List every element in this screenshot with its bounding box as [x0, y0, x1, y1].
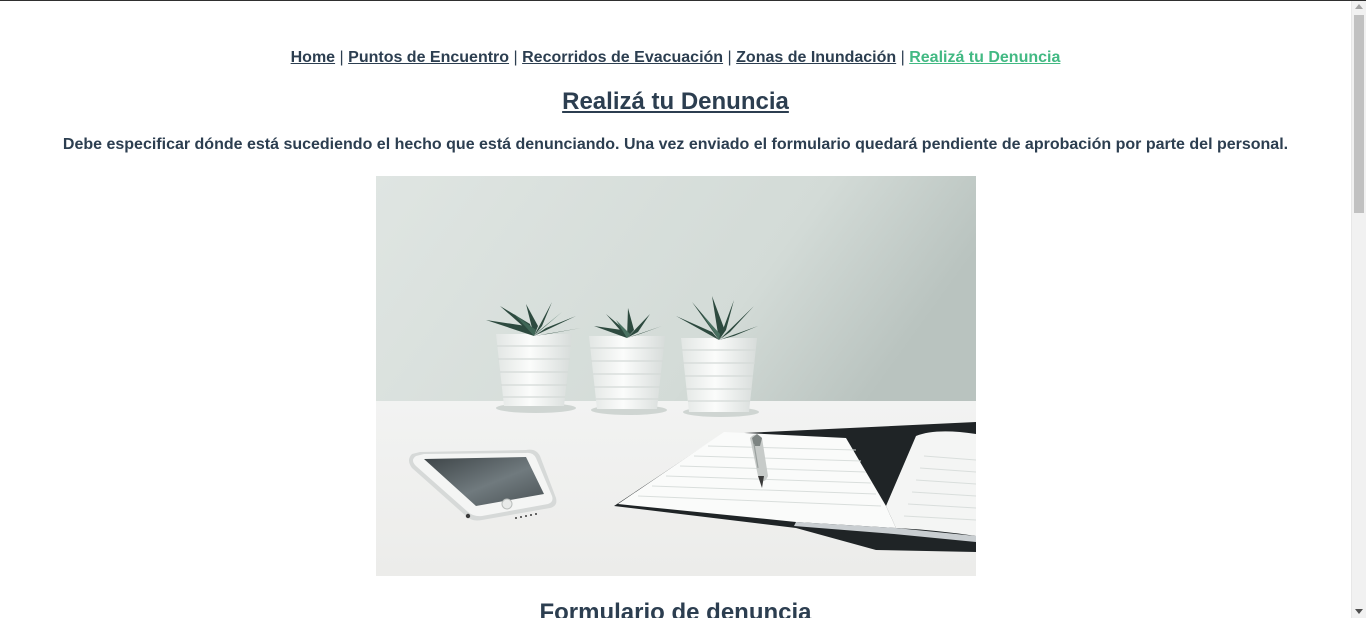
scrollbar-thumb[interactable] [1354, 15, 1364, 213]
main-nav: Home | Puntos de Encuentro | Recorridos … [0, 48, 1351, 68]
nav-link-recorridos-de-evacuacion[interactable]: Recorridos de Evacuación [522, 49, 723, 66]
nav-link-zonas-de-inundacion[interactable]: Zonas de Inundación [736, 49, 896, 66]
page-title: Realizá tu Denuncia [562, 88, 789, 115]
vertical-scrollbar[interactable] [1351, 1, 1366, 618]
form-title: Formulario de denuncia [539, 599, 812, 618]
scroll-up-arrow-icon[interactable] [1355, 4, 1363, 9]
page-description: Debe especificar dónde está sucediendo e… [62, 136, 1289, 153]
scroll-down-arrow-icon[interactable] [1355, 609, 1363, 614]
page-content: Home | Puntos de Encuentro | Recorridos … [0, 1, 1351, 618]
nav-separator: | [339, 49, 349, 66]
nav-separator: | [513, 49, 523, 66]
header-photo [376, 176, 976, 576]
nav-link-realiza-tu-denuncia[interactable]: Realizá tu Denuncia [909, 49, 1060, 66]
nav-link-puntos-de-encuentro[interactable]: Puntos de Encuentro [348, 49, 509, 66]
nav-link-home[interactable]: Home [291, 49, 335, 66]
nav-separator: | [900, 49, 910, 66]
nav-separator: | [727, 49, 737, 66]
